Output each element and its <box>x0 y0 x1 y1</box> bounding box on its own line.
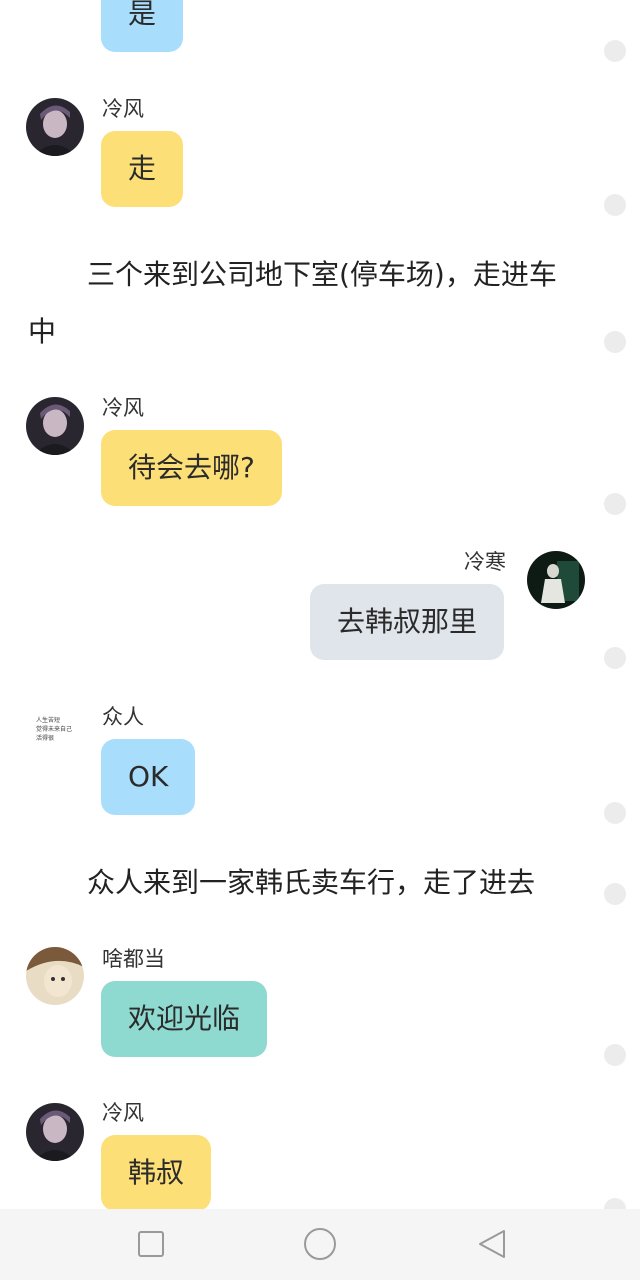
home-icon[interactable] <box>304 1228 336 1260</box>
message-bubble[interactable]: 走 <box>101 131 184 207</box>
avatar-shadoudang[interactable] <box>26 947 84 1005</box>
avatar-lengfeng[interactable] <box>26 1103 84 1161</box>
sender-name: 冷风 <box>102 97 144 121</box>
narration-line: 三个来到公司地下室(停车场)，走进车 <box>87 258 557 291</box>
message-bubble[interactable]: 韩叔 <box>101 1135 212 1211</box>
sender-name: 冷寒 <box>464 550 506 574</box>
select-dot[interactable] <box>604 1044 626 1066</box>
message-text: 走 <box>128 152 157 185</box>
message-text: 待会去哪? <box>128 451 255 484</box>
sender-name: 冷风 <box>102 396 144 420</box>
message-text: 欢迎光临 <box>128 1002 241 1035</box>
message-bubble[interactable]: 是 <box>101 0 184 52</box>
back-icon[interactable] <box>477 1228 507 1260</box>
avatar-text-line: 觉得未来自己 <box>36 726 73 733</box>
select-dot[interactable] <box>604 647 626 669</box>
select-dot[interactable] <box>604 802 626 824</box>
message-text: 韩叔 <box>128 1156 185 1189</box>
select-dot[interactable] <box>604 883 626 905</box>
sender-name: 众人 <box>102 705 144 729</box>
select-dot[interactable] <box>604 331 626 353</box>
avatar-text-line: 人生苦短 <box>36 717 61 724</box>
sender-name: 啥都当 <box>102 947 165 971</box>
message-text: 去韩叔那里 <box>337 605 478 638</box>
message-bubble[interactable]: OK <box>101 739 196 815</box>
avatar-lengfeng[interactable] <box>26 397 84 455</box>
select-dot[interactable] <box>604 194 626 216</box>
select-dot[interactable] <box>604 493 626 515</box>
select-dot[interactable] <box>604 40 626 62</box>
message-bubble[interactable]: 去韩叔那里 <box>310 584 505 660</box>
system-nav-bar <box>0 1209 640 1280</box>
sender-name: 冷风 <box>102 1101 144 1125</box>
message-bubble[interactable]: 欢迎光临 <box>101 981 268 1057</box>
avatar-lenghan[interactable] <box>527 551 585 609</box>
recent-apps-icon[interactable] <box>138 1231 164 1257</box>
message-text: 是 <box>128 0 157 30</box>
avatar-lengfeng[interactable] <box>26 98 84 156</box>
avatar-zhongren[interactable]: 人生苦短 觉得未来自己 活得很 <box>26 707 84 765</box>
message-bubble[interactable]: 待会去哪? <box>101 430 282 506</box>
message-text: OK <box>128 760 169 793</box>
narration-line: 众人来到一家韩氏卖车行，走了进去 <box>87 866 536 899</box>
avatar-text-line: 活得很 <box>36 735 55 742</box>
narration-line: 中 <box>28 315 57 348</box>
